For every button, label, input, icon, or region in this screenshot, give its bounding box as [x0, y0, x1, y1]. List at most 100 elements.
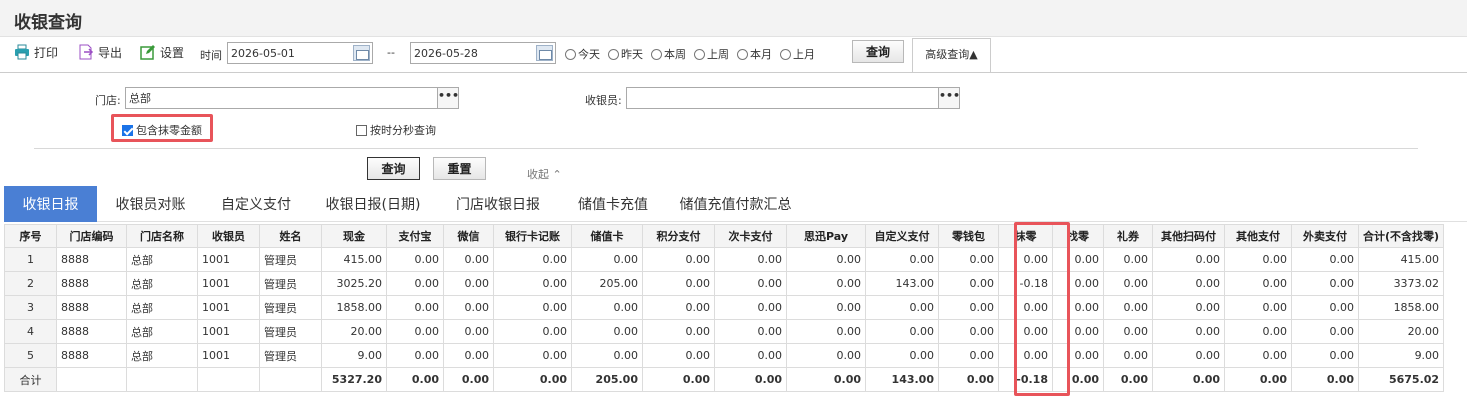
radio-circle[interactable] [737, 48, 748, 60]
date-from-input[interactable] [228, 43, 338, 63]
divider [34, 148, 1418, 149]
column-header[interactable]: 礼券 [1103, 224, 1153, 248]
table-cell: 5675.02 [1357, 367, 1445, 392]
advanced-query-button[interactable]: 查询 [367, 157, 420, 180]
table-cell: 0.00 [1103, 271, 1153, 296]
table-cell: 0.00 [714, 319, 787, 344]
settings-label: 设置 [160, 45, 185, 60]
radio-today[interactable]: 今天 [565, 46, 600, 62]
collapse-link[interactable]: 收起 ⌃ [527, 166, 562, 182]
radio-circle[interactable] [565, 48, 576, 60]
table-cell: 1001 [197, 319, 260, 344]
column-header[interactable]: 次卡支付 [714, 224, 787, 248]
column-header[interactable]: 收银员 [197, 224, 260, 248]
table-cell: 0.00 [938, 319, 999, 344]
table-cell: 0.00 [865, 247, 939, 272]
cashier-field[interactable]: ••• [626, 87, 960, 109]
radio-label: 昨天 [621, 48, 643, 61]
radio-circle[interactable] [651, 48, 662, 60]
radio-circle[interactable] [694, 48, 705, 60]
column-header[interactable]: 外卖支付 [1291, 224, 1359, 248]
more-icon[interactable]: ••• [437, 88, 459, 108]
date-to-field[interactable] [410, 42, 556, 64]
calendar-icon[interactable] [536, 45, 553, 61]
tab-store-daily-report[interactable]: 门店收银日报 [438, 186, 558, 222]
column-header[interactable]: 储值卡 [571, 224, 643, 248]
table-row[interactable]: 4 8888 总部 1001 管理员 20.00 0.00 0.00 0.00 0.00 0.00 0… [4, 319, 1445, 344]
table-total-row[interactable]: 合计 5327.20 0.00 0.00 0.00 205.00 0.00 0.00 0.00 1… [4, 367, 1445, 392]
calendar-icon[interactable] [353, 45, 370, 61]
radio-this-week[interactable]: 本周 [651, 46, 686, 62]
table-cell: 0.00 [865, 295, 939, 320]
column-header[interactable]: 微信 [443, 224, 494, 248]
radio-last-month[interactable]: 上月 [780, 46, 815, 62]
checkbox-unchecked[interactable] [356, 124, 367, 136]
table-cell: 0.00 [786, 319, 866, 344]
tab-stored-card-topup[interactable]: 储值卡充值 [558, 186, 668, 222]
store-field[interactable]: ••• [125, 87, 459, 109]
table-row[interactable]: 2 8888 总部 1001 管理员 3025.20 0.00 0.00 0.00 205.00 0… [4, 271, 1445, 296]
column-header[interactable]: 零钱包 [938, 224, 999, 248]
table-cell: 20.00 [321, 319, 387, 344]
radio-this-month[interactable]: 本月 [737, 46, 772, 62]
radio-label: 上月 [793, 48, 815, 61]
table-cell: 0.00 [642, 271, 715, 296]
date-from-field[interactable] [227, 42, 373, 64]
table-cell: 3025.20 [321, 271, 387, 296]
table-row[interactable]: 5 8888 总部 1001 管理员 9.00 0.00 0.00 0.00 0.00 0.00 0.… [4, 343, 1445, 368]
column-header[interactable]: 门店编码 [56, 224, 127, 248]
column-header[interactable]: 门店名称 [126, 224, 198, 248]
column-header[interactable]: 积分支付 [642, 224, 715, 248]
date-to-input[interactable] [411, 43, 521, 63]
tab-custom-payment[interactable]: 自定义支付 [204, 186, 308, 222]
radio-yesterday[interactable]: 昨天 [608, 46, 643, 62]
column-header[interactable]: 抹零 [998, 224, 1053, 248]
table-cell: 5 [4, 343, 57, 368]
table-cell: -0.18 [998, 271, 1053, 296]
column-header[interactable]: 其他扫码付 [1152, 224, 1225, 248]
radio-circle[interactable] [780, 48, 791, 60]
table-cell: 0.00 [493, 271, 572, 296]
cashier-input[interactable] [627, 88, 927, 108]
tab-topup-payment-summary[interactable]: 储值充值付款汇总 [668, 186, 803, 222]
tab-cashier-reconcile[interactable]: 收银员对账 [97, 186, 204, 222]
table-cell: 0.00 [865, 343, 939, 368]
column-header[interactable]: 现金 [321, 224, 387, 248]
advanced-query-tab[interactable]: 高级查询▲ [912, 38, 991, 73]
table-row[interactable]: 1 8888 总部 1001 管理员 415.00 0.00 0.00 0.00 0.00 0.00… [4, 247, 1445, 272]
reset-button[interactable]: 重置 [433, 157, 486, 180]
column-header[interactable]: 思迅Pay [786, 224, 866, 248]
store-input[interactable] [126, 88, 426, 108]
more-icon[interactable]: ••• [938, 88, 960, 108]
radio-label: 今天 [578, 48, 600, 61]
table-cell: 5327.20 [321, 367, 387, 392]
table-cell [56, 367, 127, 392]
column-header[interactable]: 找零 [1052, 224, 1104, 248]
column-header[interactable]: 序号 [4, 224, 57, 248]
radio-circle[interactable] [608, 48, 619, 60]
query-button[interactable]: 查询 [852, 40, 904, 63]
column-header[interactable]: 支付宝 [386, 224, 444, 248]
radio-last-week[interactable]: 上周 [694, 46, 729, 62]
table-row[interactable]: 3 8888 总部 1001 管理员 1858.00 0.00 0.00 0.00 0.00 0.0… [4, 295, 1445, 320]
by-seconds-checkbox[interactable]: 按时分秒查询 [356, 122, 436, 138]
column-header[interactable]: 自定义支付 [865, 224, 939, 248]
settings-button[interactable]: 设置 [140, 43, 184, 61]
column-header[interactable]: 合计(不含找零) [1357, 224, 1445, 248]
print-button[interactable]: 打印 [14, 43, 58, 61]
table-cell: 0.00 [1052, 247, 1104, 272]
table-cell: 0.00 [938, 247, 999, 272]
table-cell: 管理员 [259, 295, 322, 320]
table-cell: 0.00 [1052, 367, 1104, 392]
table-cell: 0.00 [714, 367, 787, 392]
column-header[interactable]: 银行卡记账 [493, 224, 572, 248]
table-cell: 0.00 [1291, 343, 1359, 368]
table-cell: 0.00 [571, 319, 643, 344]
tab-daily-report-date[interactable]: 收银日报(日期) [308, 186, 438, 222]
tab-daily-report[interactable]: 收银日报 [4, 186, 97, 222]
table-cell: 143.00 [865, 271, 939, 296]
export-button[interactable]: 导出 [78, 43, 122, 61]
table-cell: 0.00 [1152, 319, 1225, 344]
column-header[interactable]: 姓名 [259, 224, 322, 248]
column-header[interactable]: 其他支付 [1224, 224, 1292, 248]
